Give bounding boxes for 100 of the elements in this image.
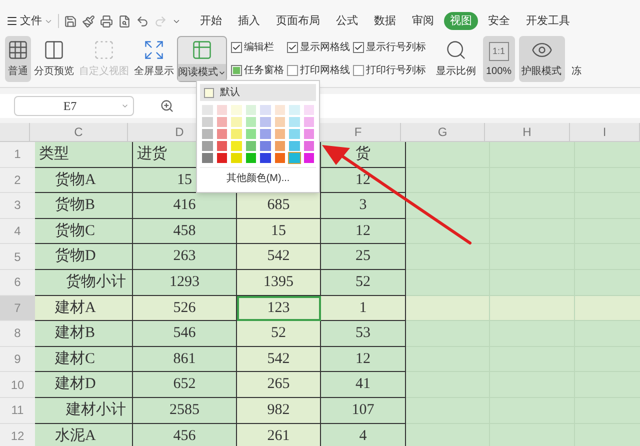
color-swatch[interactable]: [304, 105, 314, 115]
zoom-button[interactable]: 护眼模式: [518, 36, 565, 82]
color-swatch[interactable]: [246, 117, 256, 127]
reading-mode-button[interactable]: 阅读模式: [177, 36, 227, 82]
view-button[interactable]: 普通: [5, 36, 31, 82]
column-header[interactable]: G: [401, 123, 485, 141]
view-button[interactable]: 分页预览: [32, 36, 76, 82]
ribbon-tab[interactable]: 数据: [368, 12, 402, 30]
color-swatch[interactable]: [274, 153, 285, 163]
checkbox[interactable]: [353, 65, 364, 76]
checkbox[interactable]: [231, 42, 242, 53]
ribbon-tab[interactable]: 审阅: [406, 12, 440, 30]
table-cell: 建材小计: [35, 398, 133, 424]
zoom-button[interactable]: 冻: [568, 36, 585, 82]
color-swatch[interactable]: [289, 153, 300, 163]
color-swatch[interactable]: [202, 105, 212, 115]
color-swatch[interactable]: [231, 153, 242, 163]
color-swatch[interactable]: [231, 129, 242, 139]
color-swatch[interactable]: [202, 117, 212, 127]
name-box[interactable]: E7: [14, 96, 134, 116]
color-swatch[interactable]: [216, 141, 227, 151]
table-cell: 2585: [133, 398, 237, 424]
color-swatch[interactable]: [260, 153, 270, 163]
zoom-icon[interactable]: [160, 99, 174, 113]
table-cell: 456: [133, 424, 237, 446]
table-cell: 货物D: [35, 244, 133, 270]
color-swatch[interactable]: [246, 153, 256, 163]
color-swatch[interactable]: [274, 105, 285, 115]
save-icon[interactable]: [64, 14, 77, 28]
color-swatch[interactable]: [260, 117, 270, 127]
zoom-icon: [445, 39, 467, 61]
table-cell: 15: [237, 218, 321, 244]
color-swatch[interactable]: [260, 129, 270, 139]
preview-icon[interactable]: [118, 14, 131, 28]
printer-icon[interactable]: [100, 14, 113, 28]
undo-icon[interactable]: [136, 14, 149, 28]
zoom-button[interactable]: 1:1 100%: [483, 36, 515, 82]
color-swatch[interactable]: [304, 153, 314, 163]
color-swatch[interactable]: [289, 117, 300, 127]
table-icon: [191, 39, 213, 61]
color-swatch[interactable]: [216, 153, 227, 163]
checkbox-label: 显示行号列标: [366, 40, 426, 55]
table-cell: 685: [237, 193, 321, 219]
color-swatch[interactable]: [216, 117, 227, 127]
table-cell: 建材C: [35, 346, 133, 372]
ribbon-tab[interactable]: 公式: [330, 12, 364, 30]
color-swatch[interactable]: [246, 129, 256, 139]
table-cell: 1: [321, 296, 406, 322]
brush-icon[interactable]: [82, 14, 95, 28]
color-swatch[interactable]: [231, 141, 242, 151]
table-cell: 542: [237, 346, 321, 372]
column-header[interactable]: H: [485, 123, 570, 141]
color-swatch[interactable]: [274, 129, 285, 139]
color-swatch[interactable]: [274, 117, 285, 127]
table-cell: 建材A: [35, 296, 133, 322]
color-swatch[interactable]: [260, 141, 270, 151]
more-colors-item[interactable]: 其他颜色(M)...: [200, 167, 316, 189]
ribbon-tab[interactable]: 开始: [194, 12, 228, 30]
table-cell: 52: [321, 270, 406, 296]
checkbox[interactable]: [353, 42, 364, 53]
color-swatch[interactable]: [289, 105, 300, 115]
zoom-button[interactable]: 显示比例: [433, 36, 479, 82]
color-swatch[interactable]: [231, 105, 242, 115]
table-cell: 12: [321, 218, 406, 244]
color-swatch[interactable]: [202, 129, 212, 139]
view-button[interactable]: 全屏显示: [132, 36, 176, 82]
color-swatch: [204, 88, 214, 98]
ribbon-tab[interactable]: 插入: [232, 12, 266, 30]
color-swatch[interactable]: [304, 129, 314, 139]
pages-icon: [43, 39, 65, 61]
ribbon-tab[interactable]: 页面布局: [270, 12, 326, 30]
color-swatch[interactable]: [289, 129, 300, 139]
ribbon-tab[interactable]: 安全: [482, 12, 516, 30]
table-cell: 4: [321, 424, 406, 446]
color-swatch[interactable]: [231, 117, 242, 127]
color-swatch[interactable]: [274, 141, 285, 151]
color-swatch[interactable]: [246, 105, 256, 115]
color-swatch[interactable]: [304, 141, 314, 151]
column-header[interactable]: I: [570, 123, 640, 141]
color-swatch[interactable]: [260, 105, 270, 115]
color-swatch[interactable]: [202, 153, 212, 163]
ribbon-tab[interactable]: 开发工具: [520, 12, 576, 30]
color-swatch[interactable]: [202, 141, 212, 151]
column-header[interactable]: C: [30, 123, 128, 141]
file-menu[interactable]: 文件: [6, 12, 53, 30]
checkbox[interactable]: [287, 65, 298, 76]
checkbox[interactable]: [231, 65, 242, 76]
checkbox-label: 编辑栏: [244, 40, 274, 55]
grid-icon: [7, 39, 29, 61]
redo-icon[interactable]: [154, 14, 167, 28]
color-swatch[interactable]: [304, 117, 314, 127]
color-swatch[interactable]: [216, 105, 227, 115]
table-cell: 458: [133, 218, 237, 244]
color-swatch[interactable]: [289, 141, 300, 151]
checkbox-label: 打印行号列标: [366, 64, 426, 78]
color-swatch[interactable]: [246, 141, 256, 151]
default-color-item[interactable]: 默认: [200, 84, 316, 101]
actual-size-icon: 1:1: [488, 42, 510, 61]
checkbox[interactable]: [287, 42, 298, 53]
color-swatch[interactable]: [216, 129, 227, 139]
